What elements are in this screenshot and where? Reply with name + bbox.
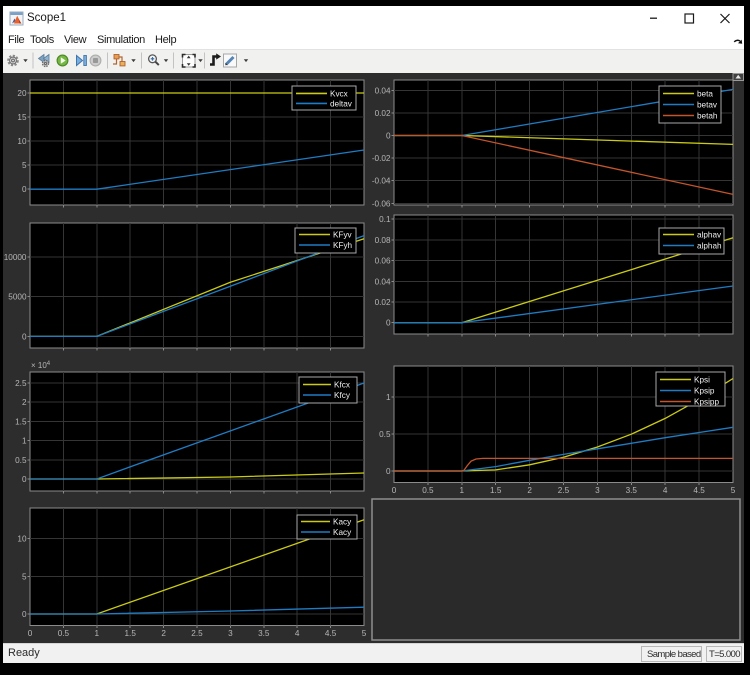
svg-text:1: 1 [95, 629, 100, 638]
svg-text:4.5: 4.5 [693, 486, 705, 495]
svg-text:0: 0 [28, 629, 33, 638]
svg-text:1: 1 [460, 486, 465, 495]
svg-text:2.5: 2.5 [15, 379, 27, 388]
svg-text:alphav: alphav [697, 231, 722, 240]
svg-text:3: 3 [595, 486, 600, 495]
svg-text:0.02: 0.02 [375, 109, 391, 118]
svg-text:1.5: 1.5 [490, 486, 502, 495]
svg-text:0: 0 [386, 319, 391, 328]
svg-text:0.5: 0.5 [58, 629, 70, 638]
svg-text:0.5: 0.5 [422, 486, 434, 495]
svg-text:KFyh: KFyh [333, 241, 353, 250]
svg-text:-0.02: -0.02 [372, 154, 391, 163]
svg-text:0: 0 [386, 467, 391, 476]
svg-text:Kacy: Kacy [333, 528, 352, 537]
svg-text:0.1: 0.1 [379, 215, 391, 224]
svg-text:3.5: 3.5 [258, 629, 270, 638]
svg-text:Kacy: Kacy [333, 518, 352, 527]
svg-text:0.04: 0.04 [375, 277, 391, 286]
svg-text:2: 2 [527, 486, 532, 495]
svg-text:0: 0 [392, 486, 397, 495]
svg-text:0.08: 0.08 [375, 236, 391, 245]
svg-text:betah: betah [697, 112, 718, 121]
svg-text:3.5: 3.5 [626, 486, 638, 495]
svg-text:4.5: 4.5 [325, 629, 337, 638]
svg-text:× 104: × 104 [31, 361, 51, 370]
svg-text:15: 15 [17, 113, 27, 122]
svg-text:20: 20 [17, 89, 27, 98]
svg-text:4: 4 [663, 486, 668, 495]
svg-text:Kpsipp: Kpsipp [694, 398, 719, 407]
svg-text:0: 0 [22, 475, 27, 484]
svg-text:5000: 5000 [8, 293, 27, 302]
svg-text:2: 2 [22, 398, 27, 407]
svg-text:10: 10 [17, 137, 27, 146]
svg-text:0: 0 [386, 132, 391, 141]
svg-text:-0.04: -0.04 [372, 177, 391, 186]
svg-text:beta: beta [697, 90, 713, 99]
svg-text:KFyv: KFyv [333, 231, 353, 240]
svg-text:Kfcy: Kfcy [334, 391, 351, 400]
svg-text:5: 5 [362, 629, 367, 638]
svg-text:betav: betav [697, 101, 718, 110]
svg-text:0: 0 [22, 332, 27, 341]
svg-text:2.5: 2.5 [191, 629, 203, 638]
svg-text:4: 4 [295, 629, 300, 638]
svg-text:0.04: 0.04 [375, 86, 391, 95]
svg-text:10: 10 [17, 535, 27, 544]
svg-text:0.5: 0.5 [379, 430, 391, 439]
svg-text:1.5: 1.5 [15, 417, 27, 426]
svg-text:2.5: 2.5 [558, 486, 570, 495]
svg-text:1: 1 [386, 393, 391, 402]
svg-text:Kfcx: Kfcx [334, 381, 350, 390]
svg-text:Kvcx: Kvcx [330, 89, 348, 98]
svg-text:3: 3 [228, 629, 233, 638]
svg-text:0: 0 [22, 610, 27, 619]
svg-text:Kpsi: Kpsi [694, 376, 710, 385]
svg-text:5: 5 [22, 161, 27, 170]
svg-text:5: 5 [731, 486, 736, 495]
svg-text:1: 1 [22, 437, 27, 446]
svg-text:Kpsip: Kpsip [694, 387, 715, 396]
svg-text:0: 0 [22, 185, 27, 194]
svg-text:alphah: alphah [697, 242, 722, 251]
svg-text:0.5: 0.5 [15, 456, 27, 465]
svg-text:5: 5 [22, 572, 27, 581]
svg-text:0.02: 0.02 [375, 298, 391, 307]
svg-text:deltav: deltav [330, 99, 353, 108]
svg-text:1.5: 1.5 [125, 629, 137, 638]
svg-text:10000: 10000 [4, 253, 27, 262]
svg-text:2: 2 [161, 629, 166, 638]
svg-text:-0.06: -0.06 [372, 199, 391, 208]
svg-text:0.06: 0.06 [375, 257, 391, 266]
